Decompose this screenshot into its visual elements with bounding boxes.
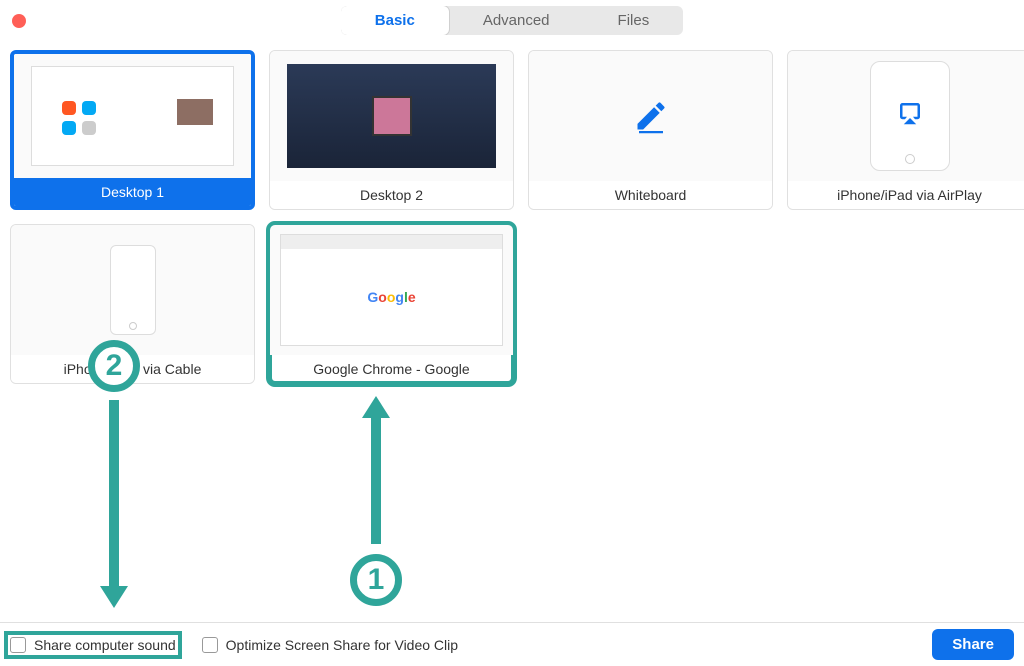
checkbox-box[interactable] <box>10 637 26 653</box>
checkbox-label: Share computer sound <box>34 637 176 653</box>
tile-whiteboard[interactable]: Whiteboard <box>528 50 773 210</box>
footer-bar: Share computer sound Optimize Screen Sha… <box>0 622 1024 666</box>
thumbnail-whiteboard <box>529 51 772 181</box>
tile-label: Desktop 1 <box>14 178 251 206</box>
annotation-arrow-1 <box>371 414 381 544</box>
tab-advanced[interactable]: Advanced <box>449 6 584 35</box>
share-source-grid: Desktop 1 Desktop 2 Whiteboard iPhone/iP… <box>0 40 1024 384</box>
tile-desktop-2[interactable]: Desktop 2 <box>269 50 514 210</box>
tile-airplay[interactable]: iPhone/iPad via AirPlay <box>787 50 1024 210</box>
annotation-arrow-2 <box>109 400 119 590</box>
checkbox-share-computer-sound[interactable]: Share computer sound <box>10 637 176 653</box>
thumbnail-cable <box>11 225 254 355</box>
tile-label: Desktop 2 <box>270 181 513 209</box>
annotation-callout-1: 1 <box>350 554 402 606</box>
google-logo-icon: Google <box>367 289 415 305</box>
title-bar: Basic Advanced Files <box>0 0 1024 40</box>
airplay-icon <box>895 98 925 128</box>
tile-google-chrome[interactable]: Google Google Chrome - Google <box>269 224 514 384</box>
tile-desktop-1[interactable]: Desktop 1 <box>10 50 255 210</box>
annotation-callout-2: 2 <box>88 340 140 392</box>
checkbox-box[interactable] <box>202 637 218 653</box>
share-button[interactable]: Share <box>932 629 1014 660</box>
checkbox-label: Optimize Screen Share for Video Clip <box>226 637 458 653</box>
thumbnail-chrome: Google <box>270 225 513 355</box>
tab-basic[interactable]: Basic <box>341 6 449 35</box>
thumbnail-airplay <box>788 51 1024 181</box>
checkbox-optimize-video-clip[interactable]: Optimize Screen Share for Video Clip <box>202 637 458 653</box>
tile-label: Whiteboard <box>529 181 772 209</box>
close-window-button[interactable] <box>12 14 26 28</box>
thumbnail-desktop-1 <box>14 54 251 178</box>
tile-label: iPhone/iPad via AirPlay <box>788 181 1024 209</box>
tile-label: Google Chrome - Google <box>270 355 513 383</box>
pencil-icon <box>631 98 671 134</box>
mode-tabs: Basic Advanced Files <box>341 6 683 35</box>
thumbnail-desktop-2 <box>270 51 513 181</box>
tab-files[interactable]: Files <box>584 6 684 35</box>
